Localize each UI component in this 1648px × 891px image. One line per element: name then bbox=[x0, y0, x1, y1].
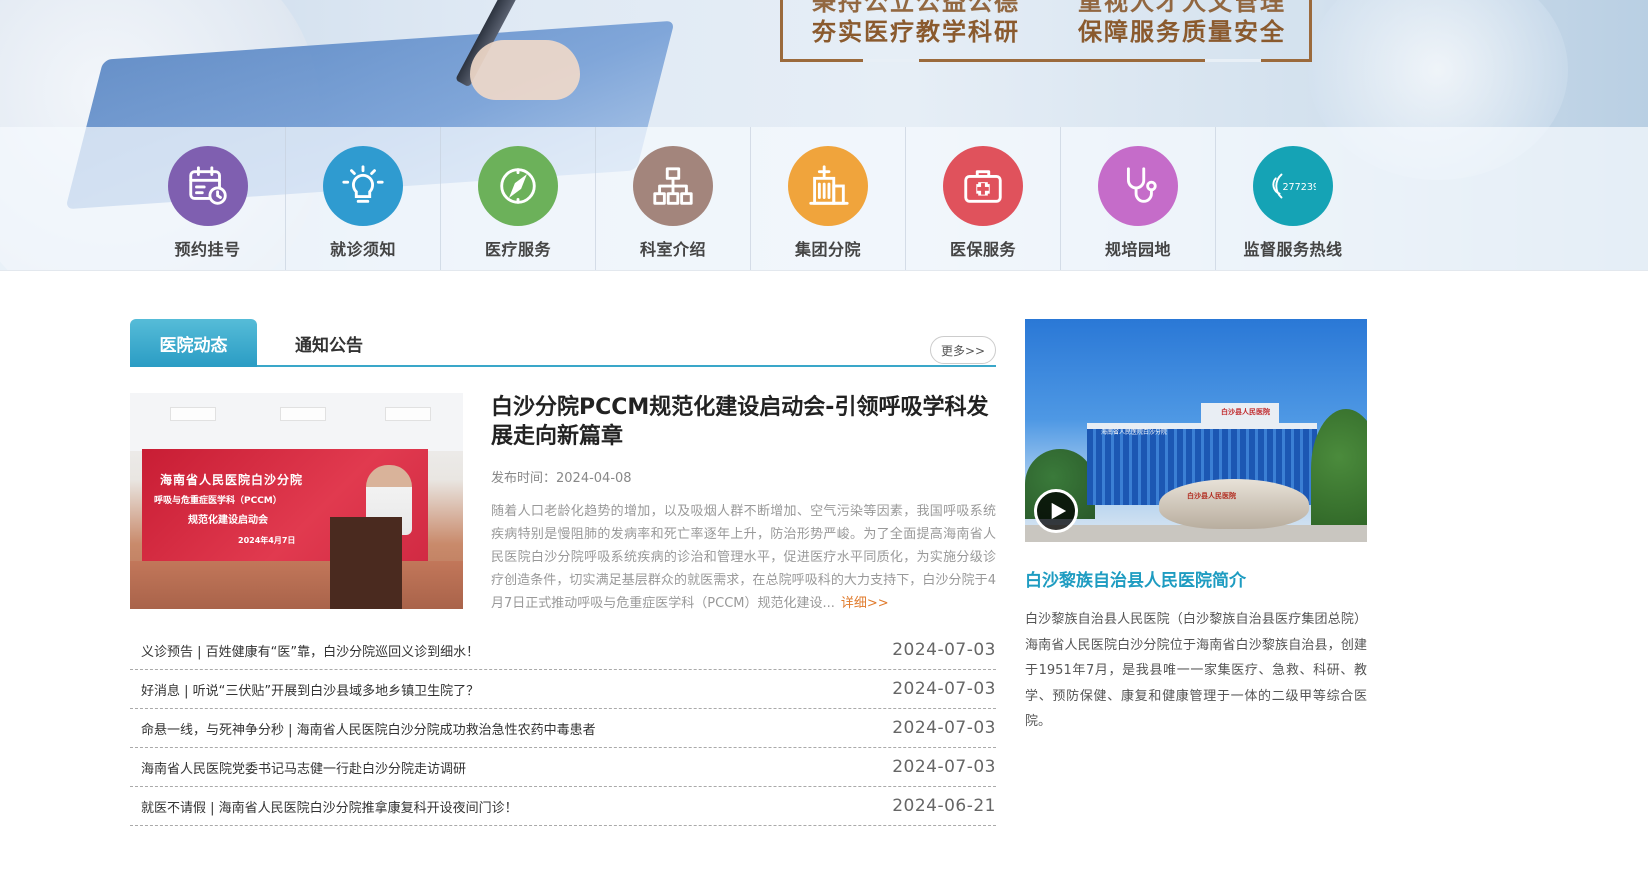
news-list: 义诊预告 | 百姓健康有“医”靠，白沙分院巡回义诊到细水！ 2024-07-03… bbox=[130, 631, 996, 826]
medical-kit-icon bbox=[943, 146, 1023, 226]
news-tabs: 医院动态 通知公告 更多>> bbox=[130, 319, 996, 367]
hero-banner: 秉持公立公益公德 重视人才人文管理 夯实医疗教学科研 保障服务质量安全 预约挂号 bbox=[0, 0, 1648, 271]
hospital-intro-title[interactable]: 白沙黎族自治县人民医院简介 bbox=[1025, 566, 1367, 591]
play-icon[interactable] bbox=[1034, 489, 1078, 533]
featured-article-summary: 随着人口老龄化趋势的增加，以及吸烟人群不断增加、空气污染等因素，我国呼吸系统疾病… bbox=[491, 504, 996, 611]
hospital-intro-text: 白沙黎族自治县人民医院（白沙黎族自治县医疗集团总院）海南省人民医院白沙分院位于海… bbox=[1025, 612, 1367, 729]
news-list-item[interactable]: 就医不请假 | 海南省人民医院白沙分院推拿康复科开设夜间门诊！ 2024-06-… bbox=[130, 787, 996, 826]
tab-notices[interactable]: 通知公告 bbox=[260, 319, 398, 367]
tab-hospital-news[interactable]: 医院动态 bbox=[130, 319, 257, 367]
lightbulb-icon bbox=[323, 146, 403, 226]
banner-hand bbox=[470, 40, 580, 100]
news-list-item[interactable]: 好消息 | 听说“三伏贴”开展到白沙县域多地乡镇卫生院了？ 2024-07-03 bbox=[130, 670, 996, 709]
quick-nav: 预约挂号 就诊须知 医疗服务 科室介绍 集团分院 医保服务 规培园地 27723… bbox=[0, 127, 1648, 271]
hospital-intro-video[interactable]: 白沙县人民医院 海南省人民医院白沙分院 白沙县人民医院 bbox=[1025, 319, 1367, 542]
featured-article-title[interactable]: 白沙分院PCCM规范化建设启动会-引领呼吸学科发展走向新篇章 bbox=[491, 393, 996, 451]
featured-article-photo[interactable]: 海南省人民医院白沙分院 呼吸与危重症医学科（PCCM） 规范化建设启动会 202… bbox=[130, 393, 463, 609]
photo-podium bbox=[330, 517, 402, 609]
stethoscope-icon bbox=[1098, 146, 1178, 226]
featured-article-date: 发布时间：2024-04-08 bbox=[491, 471, 632, 486]
quick-nav-medical-service[interactable]: 医疗服务 bbox=[440, 127, 595, 270]
news-list-item[interactable]: 海南省人民医院党委书记马志健一行赴白沙分院走访调研 2024-07-03 bbox=[130, 748, 996, 787]
banner-slogan: 秉持公立公益公德 重视人才人文管理 夯实医疗教学科研 保障服务质量安全 bbox=[780, 0, 1312, 62]
org-chart-icon bbox=[633, 146, 713, 226]
news-list-item[interactable]: 命悬一线，与死神争分秒 | 海南省人民医院白沙分院成功救治急性农药中毒患者 20… bbox=[130, 709, 996, 748]
featured-article-text: 白沙分院PCCM规范化建设启动会-引领呼吸学科发展走向新篇章 发布时间：2024… bbox=[491, 393, 996, 615]
quick-nav-insurance[interactable]: 医保服务 bbox=[905, 127, 1060, 270]
more-button[interactable]: 更多>> bbox=[930, 336, 996, 364]
compass-icon bbox=[478, 146, 558, 226]
quick-nav-appointment[interactable]: 预约挂号 bbox=[130, 127, 285, 270]
news-list-item[interactable]: 义诊预告 | 百姓健康有“医”靠，白沙分院巡回义诊到细水！ 2024-07-03 bbox=[130, 631, 996, 670]
hospital-intro-panel: 白沙县人民医院 海南省人民医院白沙分院 白沙县人民医院 白沙黎族自治县人民医院简… bbox=[1025, 319, 1367, 735]
svg-text:27723920: 27723920 bbox=[1282, 182, 1316, 193]
quick-nav-branches[interactable]: 集团分院 bbox=[750, 127, 905, 270]
quick-nav-training[interactable]: 规培园地 bbox=[1060, 127, 1215, 270]
quick-nav-hotline[interactable]: 27723920 监督服务热线 bbox=[1215, 127, 1370, 270]
slogan-line-2: 夯实医疗教学科研 保障服务质量安全 bbox=[812, 17, 1286, 46]
hospital-building-icon bbox=[788, 146, 868, 226]
news-panel: 医院动态 通知公告 更多>> 海南省人民医院白沙分院 呼吸与危重症医学科（PCC… bbox=[130, 319, 996, 826]
photo-rock bbox=[1159, 479, 1309, 529]
featured-article: 海南省人民医院白沙分院 呼吸与危重症医学科（PCCM） 规范化建设启动会 202… bbox=[130, 393, 996, 611]
phone-hotline-icon: 27723920 bbox=[1253, 146, 1333, 226]
quick-nav-visit-notice[interactable]: 就诊须知 bbox=[285, 127, 440, 270]
detail-link[interactable]: 详细>> bbox=[841, 596, 889, 611]
calendar-clock-icon bbox=[167, 146, 248, 226]
quick-nav-departments[interactable]: 科室介绍 bbox=[595, 127, 750, 270]
